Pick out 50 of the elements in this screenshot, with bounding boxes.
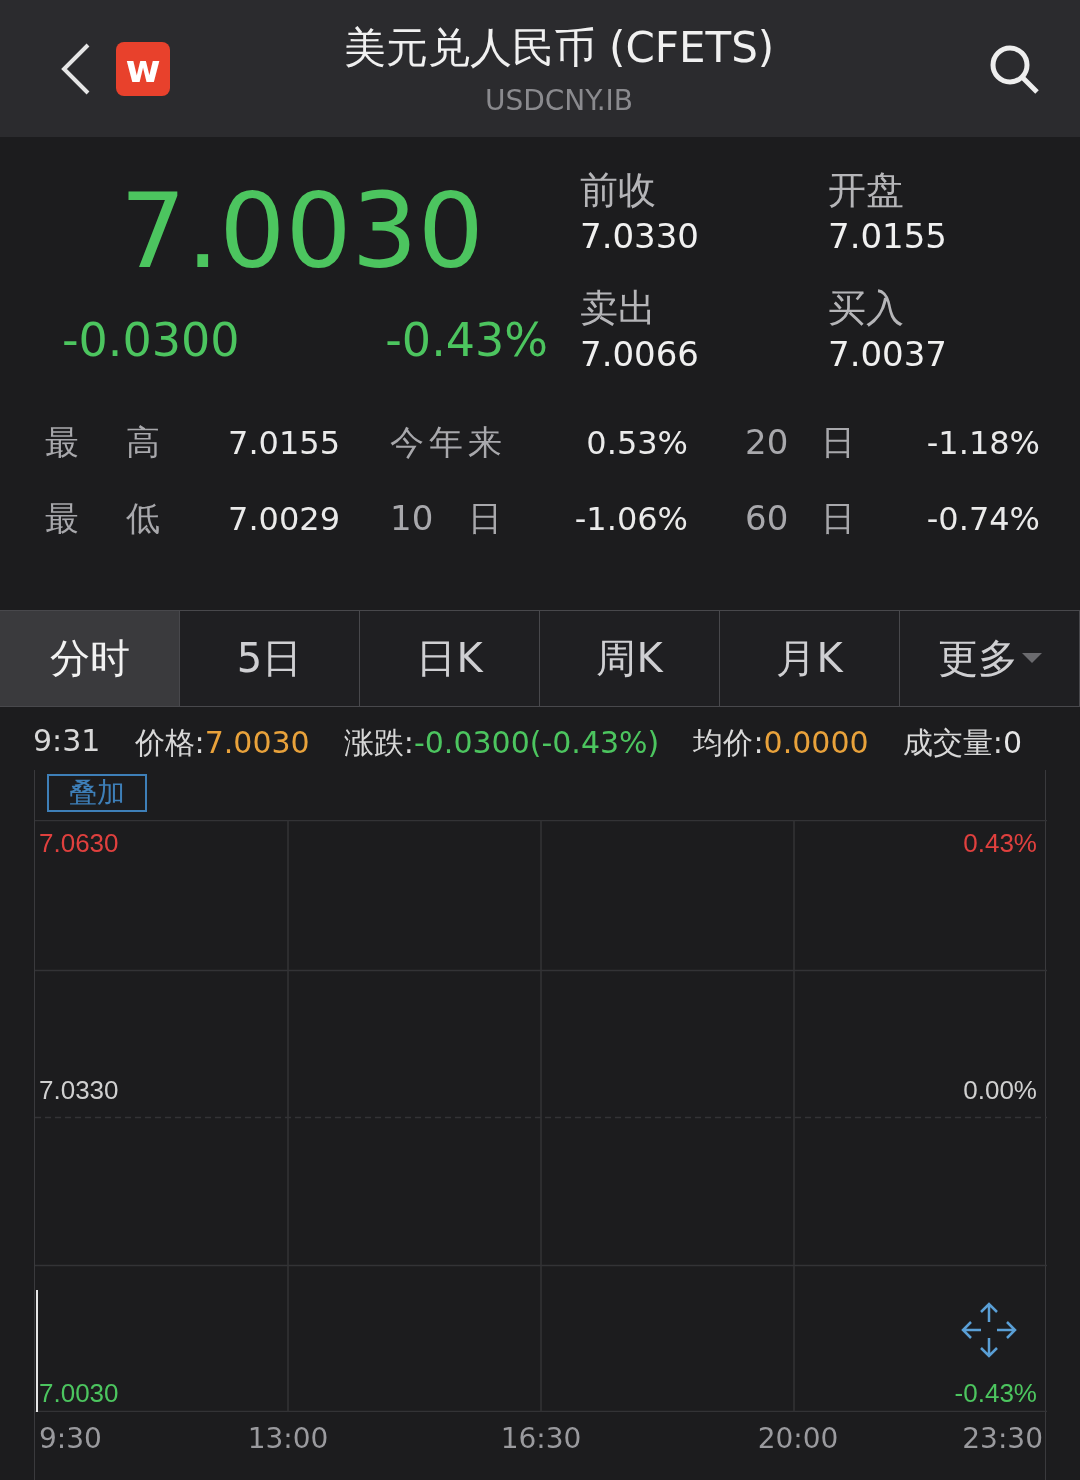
stat-label: 最 低 bbox=[45, 497, 160, 540]
axis-label: 0.43% bbox=[963, 828, 1037, 859]
axis-label: 7.0330 bbox=[39, 1075, 119, 1106]
time-label: 20:00 bbox=[757, 1422, 839, 1455]
stat-value: 7.0029 bbox=[227, 500, 340, 538]
app-logo: w bbox=[116, 41, 170, 96]
time-label: 9:30 bbox=[39, 1422, 102, 1455]
current-price: 7.0030 bbox=[120, 179, 485, 283]
chart-tab[interactable]: 更多 bbox=[900, 611, 1080, 706]
axis-label: 7.0030 bbox=[39, 1378, 119, 1409]
chart-tab[interactable]: 分时 bbox=[0, 611, 180, 706]
info-item: 均价:0.0000 bbox=[693, 724, 869, 762]
time-label: 13:00 bbox=[247, 1422, 329, 1455]
info-item: 成交量:0 bbox=[902, 724, 1022, 762]
field-label: 开盘 bbox=[828, 167, 905, 214]
stat-value: 7.0155 bbox=[227, 424, 340, 462]
symbol-code: USDCNY.IB bbox=[484, 84, 634, 117]
field-label: 卖出 bbox=[580, 284, 657, 332]
stat-value: 0.53% bbox=[585, 424, 688, 462]
price-change: -0.0300 bbox=[62, 313, 240, 367]
stat-label: 最 高 bbox=[45, 421, 160, 464]
percent-change: -0.43% bbox=[385, 313, 548, 367]
axis-label: -0.43% bbox=[954, 1378, 1037, 1409]
field-label: 买入 bbox=[828, 284, 905, 332]
move-arrows-icon[interactable] bbox=[959, 1300, 1019, 1360]
axis-label: 7.0630 bbox=[39, 828, 119, 859]
time-label: 23:30 bbox=[962, 1422, 1043, 1455]
stat-label: 20 日 bbox=[745, 421, 855, 464]
info-item: 价格:7.0030 bbox=[134, 724, 310, 762]
field-value: 7.0066 bbox=[580, 332, 700, 375]
overlay-button[interactable]: 叠加 bbox=[47, 774, 147, 812]
info-item: 9:31 bbox=[33, 723, 101, 760]
stat-label: 10 日 bbox=[390, 497, 502, 540]
stat-label: 60 日 bbox=[745, 497, 855, 540]
stat-label: 今年来 bbox=[390, 421, 502, 464]
time-label: 16:30 bbox=[500, 1422, 582, 1455]
stat-value: -1.06% bbox=[573, 500, 688, 538]
field-value: 7.0155 bbox=[828, 215, 948, 257]
axis-label: 0.00% bbox=[963, 1075, 1037, 1106]
field-label: 前收 bbox=[580, 167, 657, 214]
field-value: 7.0330 bbox=[580, 215, 700, 257]
page-title: 美元兑人民币 (CFETS) bbox=[343, 22, 775, 74]
chart-tab[interactable]: 5日 bbox=[180, 611, 360, 706]
chart-tab[interactable]: 周K bbox=[540, 611, 720, 706]
stat-value: -1.18% bbox=[925, 424, 1040, 462]
field-value: 7.0037 bbox=[828, 332, 948, 375]
info-item: 涨跌:-0.0300(-0.43%) bbox=[343, 724, 660, 762]
chart-tab[interactable]: 日K bbox=[360, 611, 540, 706]
stat-value: -0.74% bbox=[925, 500, 1040, 538]
chart-tab[interactable]: 月K bbox=[720, 611, 900, 706]
